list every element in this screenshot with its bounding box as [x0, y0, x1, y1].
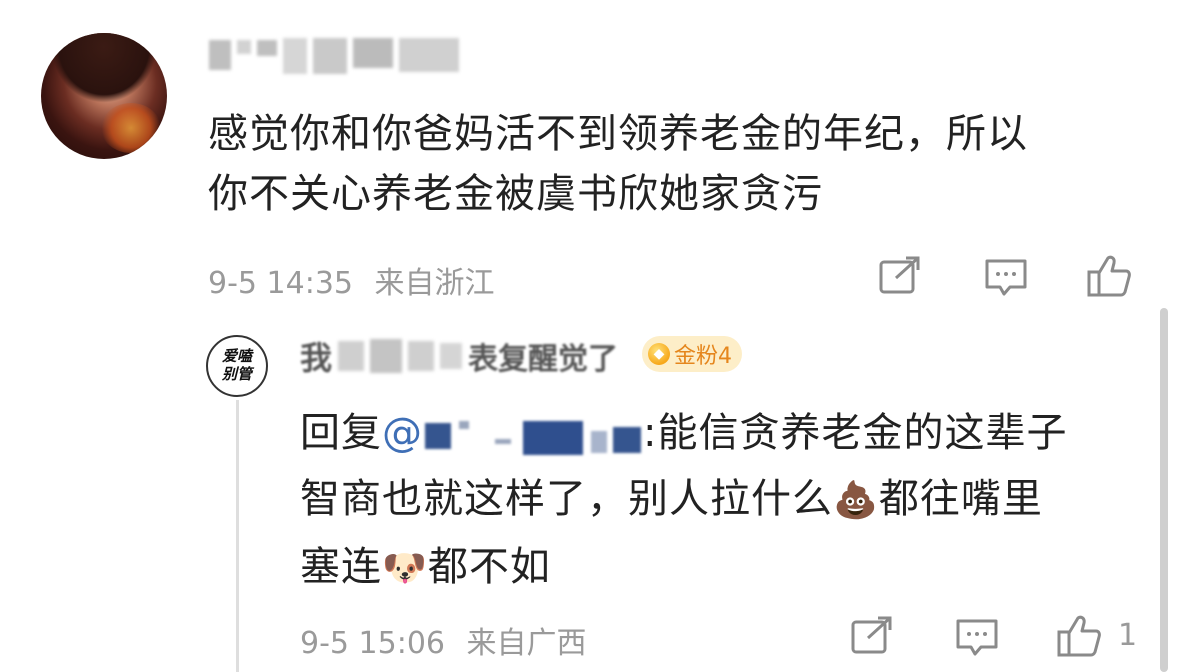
reply-meta: 9-5 15:06 来自广西 [300, 618, 587, 662]
reply-like-count: 1 [1118, 618, 1138, 653]
comment-meta: 9-5 14:35 来自浙江 [208, 258, 495, 302]
gem-icon: ◆ [648, 343, 670, 365]
reply-prefix: 回复 [300, 410, 382, 456]
reply-line-3: 塞连🐶都不如 [300, 534, 1150, 602]
mention-at[interactable]: @ [382, 410, 423, 456]
replier-name-prefix: 我 [300, 339, 333, 377]
comment-location: 来自浙江 [374, 266, 495, 301]
fan-level-badge[interactable]: ◆ 金粉4 [642, 336, 742, 372]
replier-name[interactable]: 我 表复醒觉了 [300, 336, 619, 377]
reply-time: 9-5 15:06 [300, 626, 445, 661]
reply-text-part3: 都往嘴里 [878, 476, 1043, 522]
reply-comment-icon[interactable] [955, 618, 999, 658]
comment-line-1: 感觉你和你爸妈活不到领养老金的年纪，所以 [208, 111, 1028, 157]
comment-icon[interactable] [984, 258, 1028, 298]
reply-line-2: 智商也就这样了，别人拉什么💩都往嘴里 [300, 466, 1150, 534]
mention-username-redacted[interactable] [423, 413, 643, 457]
commenter-name-redacted[interactable] [209, 38, 459, 78]
reply-share-icon[interactable] [850, 616, 894, 656]
replier-avatar-text: 爱嗑别管 [221, 347, 252, 383]
reply-text-part4: 塞连 [300, 544, 382, 590]
reply-line-1: 回复@ :能信贪养老金的这辈子 [300, 400, 1150, 466]
poop-emoji: 💩 [833, 480, 879, 521]
badge-label: 金粉4 [674, 344, 732, 369]
reply-text: 回复@ :能信贪养老金的这辈子 智商也就这样了，别人拉什么💩都往嘴里 塞连🐶都不… [300, 400, 1150, 602]
reply-like-icon[interactable] [1056, 614, 1102, 658]
reply-location: 来自广西 [466, 626, 587, 661]
scrollbar[interactable] [1160, 308, 1168, 672]
comment-time: 9-5 14:35 [208, 266, 353, 301]
comment-line-2: 你不关心养老金被虞书欣她家贪污 [208, 171, 823, 217]
commenter-avatar[interactable] [41, 33, 167, 159]
thread-line [236, 400, 239, 672]
like-icon[interactable] [1086, 254, 1132, 298]
dog-emoji: 🐶 [382, 548, 428, 589]
replier-name-visible: 表复醒觉了 [468, 342, 619, 377]
comment-text: 感觉你和你爸妈活不到领养老金的年纪，所以 你不关心养老金被虞书欣她家贪污 [208, 104, 1128, 224]
reply-text-part2: 智商也就这样了，别人拉什么 [300, 476, 833, 522]
reply-text-part1: :能信贪养老金的这辈子 [643, 410, 1068, 456]
share-icon[interactable] [878, 256, 922, 296]
reply-text-part5: 都不如 [427, 544, 551, 590]
replier-avatar[interactable]: 爱嗑别管 [206, 335, 268, 397]
